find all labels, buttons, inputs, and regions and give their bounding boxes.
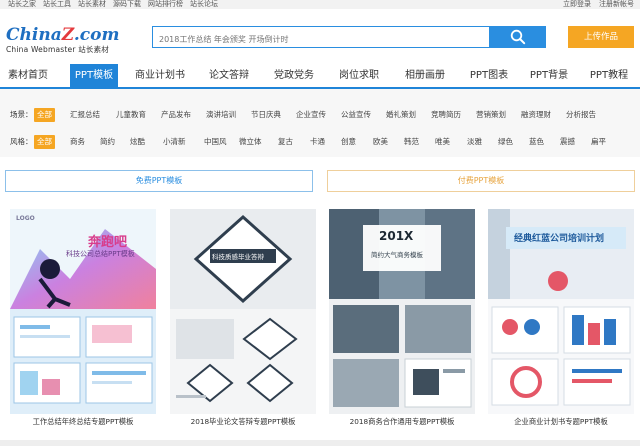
search-button[interactable] bbox=[490, 26, 546, 48]
template-thumbnail[interactable]: 201X 简约大气商务模板 bbox=[329, 209, 475, 414]
nav-item-business-plan[interactable]: 商业计划书 bbox=[132, 64, 188, 87]
thumbnail-logo: LOGO bbox=[16, 215, 35, 222]
template-card[interactable]: LOGO 奔跑吧 科技公司总结PPT模板 工作总结年终总结专题PPT模板 bbox=[10, 209, 156, 434]
scene-option[interactable]: 竞聘简历 bbox=[428, 108, 464, 122]
scene-option[interactable]: 产品发布 bbox=[158, 108, 194, 122]
template-card[interactable]: 科技质感毕业答辩 2018毕业论文答辩专题PPT模板 bbox=[170, 209, 316, 434]
style-filter-row: 风格： 全部 商务 简约 炫酷 小清新 中国风 微立体 复古 卡通 创意 欧美 … bbox=[10, 135, 630, 149]
scene-filter-row: 场景： 全部 汇报总结 儿童教育 产品发布 演讲培训 节日庆典 企业宣传 公益宣… bbox=[10, 108, 630, 122]
thumbnail-subtitle: 科技公司总结PPT模板 bbox=[66, 250, 135, 258]
style-option[interactable]: 绿色 bbox=[495, 135, 516, 149]
main-nav: 素材首页 PPT模板 商业计划书 论文答辩 党政党务 岗位求职 相册画册 PPT… bbox=[0, 64, 640, 89]
header: ChinaZ.com China Webmaster 站长素材 上传作品 bbox=[0, 9, 640, 64]
scene-option[interactable]: 全部 bbox=[34, 108, 55, 122]
template-caption[interactable]: 2018毕业论文答辩专题PPT模板 bbox=[170, 415, 316, 429]
top-link[interactable]: 网站排行榜 bbox=[148, 0, 183, 8]
style-option[interactable]: 炫酷 bbox=[127, 135, 148, 149]
scene-option[interactable]: 企业宣传 bbox=[293, 108, 329, 122]
login-link[interactable]: 立即登录 bbox=[563, 0, 591, 8]
top-link[interactable]: 站长论坛 bbox=[190, 0, 218, 8]
scene-option[interactable]: 演讲培训 bbox=[203, 108, 239, 122]
scene-option[interactable]: 婚礼策划 bbox=[383, 108, 419, 122]
top-link[interactable]: 源码下载 bbox=[113, 0, 141, 8]
thumbnail-subtitle: 简约大气商务模板 bbox=[371, 251, 423, 259]
top-bar: 站长之家 站长工具 站长素材 源码下载 网站排行榜 站长论坛 立即登录 注册新帐号 bbox=[0, 0, 640, 9]
upload-button[interactable]: 上传作品 bbox=[568, 26, 634, 48]
style-option[interactable]: 欧美 bbox=[370, 135, 391, 149]
style-option[interactable]: 震撼 bbox=[557, 135, 578, 149]
style-option[interactable]: 小清新 bbox=[160, 135, 189, 149]
logo-domain: .com bbox=[73, 25, 120, 45]
search-input[interactable] bbox=[153, 29, 489, 50]
logo-brand: China bbox=[6, 25, 62, 45]
search-box bbox=[152, 26, 490, 50]
filter-panel: 场景： 全部 汇报总结 儿童教育 产品发布 演讲培训 节日庆典 企业宣传 公益宣… bbox=[0, 89, 640, 157]
scene-option[interactable]: 节日庆典 bbox=[248, 108, 284, 122]
nav-item-home[interactable]: 素材首页 bbox=[0, 64, 56, 87]
style-option[interactable]: 全部 bbox=[34, 135, 55, 149]
style-label: 风格： bbox=[10, 137, 33, 146]
top-link[interactable]: 站长之家 bbox=[8, 0, 36, 8]
style-option[interactable]: 商务 bbox=[67, 135, 88, 149]
logo-z: Z bbox=[61, 25, 74, 45]
scene-option[interactable]: 营销策划 bbox=[473, 108, 509, 122]
style-option[interactable]: 卡通 bbox=[307, 135, 328, 149]
template-thumbnail[interactable]: 科技质感毕业答辩 bbox=[170, 209, 316, 414]
bottom-edge bbox=[0, 440, 640, 446]
search-icon bbox=[510, 29, 526, 45]
style-option[interactable]: 淡雅 bbox=[464, 135, 485, 149]
thumbnail-title: 经典红蓝公司培训计划 bbox=[514, 234, 605, 244]
style-option[interactable]: 微立体 bbox=[236, 135, 265, 149]
style-option[interactable]: 韩范 bbox=[401, 135, 422, 149]
style-option[interactable]: 创意 bbox=[338, 135, 359, 149]
tab-free-ppt[interactable]: 免费PPT模板 bbox=[5, 170, 313, 192]
nav-item-job[interactable]: 岗位求职 bbox=[332, 64, 386, 87]
nav-item-party[interactable]: 党政党务 bbox=[268, 64, 320, 87]
scene-option[interactable]: 汇报总结 bbox=[67, 108, 103, 122]
thumbnail-art bbox=[10, 209, 156, 414]
template-thumbnail[interactable]: 经典红蓝公司培训计划 bbox=[488, 209, 634, 414]
logo[interactable]: ChinaZ.com China Webmaster 站长素材 bbox=[6, 25, 119, 56]
register-link[interactable]: 注册新帐号 bbox=[599, 0, 634, 8]
thumbnail-art bbox=[170, 209, 316, 414]
style-option[interactable]: 唯美 bbox=[432, 135, 453, 149]
thumbnail-title: 201X bbox=[379, 229, 414, 243]
nav-item-thesis[interactable]: 论文答辩 bbox=[202, 64, 256, 87]
template-caption[interactable]: 2018商务合作通用专题PPT模板 bbox=[329, 415, 475, 429]
style-option[interactable]: 简约 bbox=[97, 135, 118, 149]
template-caption[interactable]: 工作总结年终总结专题PPT模板 bbox=[10, 415, 156, 429]
top-link[interactable]: 站长工具 bbox=[43, 0, 71, 8]
thumbnail-title: 科技质感毕业答辩 bbox=[212, 253, 264, 261]
style-option[interactable]: 扁平 bbox=[588, 135, 609, 149]
template-card[interactable]: 201X 简约大气商务模板 2018商务合作通用专题PPT模板 bbox=[329, 209, 475, 434]
scene-option[interactable]: 公益宣传 bbox=[338, 108, 374, 122]
nav-item-ppt-tutorial[interactable]: PPT教程 bbox=[582, 64, 636, 87]
thumbnail-title: 奔跑吧 bbox=[88, 235, 128, 250]
scene-label: 场景： bbox=[10, 110, 33, 119]
logo-subtitle: China Webmaster 站长素材 bbox=[6, 45, 109, 54]
nav-item-ppt-background[interactable]: PPT背景 bbox=[522, 64, 576, 87]
template-caption[interactable]: 企业商业计划书专题PPT模板 bbox=[488, 415, 634, 429]
nav-item-ppt-chart[interactable]: PPT图表 bbox=[462, 64, 516, 87]
nav-item-ppt-template[interactable]: PPT模板 bbox=[70, 64, 118, 87]
tab-paid-ppt[interactable]: 付费PPT模板 bbox=[327, 170, 635, 192]
account-links: 立即登录 注册新帐号 bbox=[555, 0, 634, 9]
style-option[interactable]: 蓝色 bbox=[526, 135, 547, 149]
template-thumbnail[interactable]: LOGO 奔跑吧 科技公司总结PPT模板 bbox=[10, 209, 156, 414]
top-link[interactable]: 站长素材 bbox=[78, 0, 106, 8]
style-option[interactable]: 复古 bbox=[275, 135, 296, 149]
scene-option[interactable]: 儿童教育 bbox=[113, 108, 149, 122]
scene-option[interactable]: 融资理财 bbox=[518, 108, 554, 122]
nav-item-album[interactable]: 相册画册 bbox=[398, 64, 452, 87]
template-card[interactable]: 经典红蓝公司培训计划 企业商业计划书专题PPT模板 bbox=[488, 209, 634, 434]
scene-option[interactable]: 分析报告 bbox=[563, 108, 599, 122]
style-option[interactable]: 中国风 bbox=[201, 135, 230, 149]
top-links: 站长之家 站长工具 站长素材 源码下载 网站排行榜 站长论坛 bbox=[8, 0, 408, 9]
